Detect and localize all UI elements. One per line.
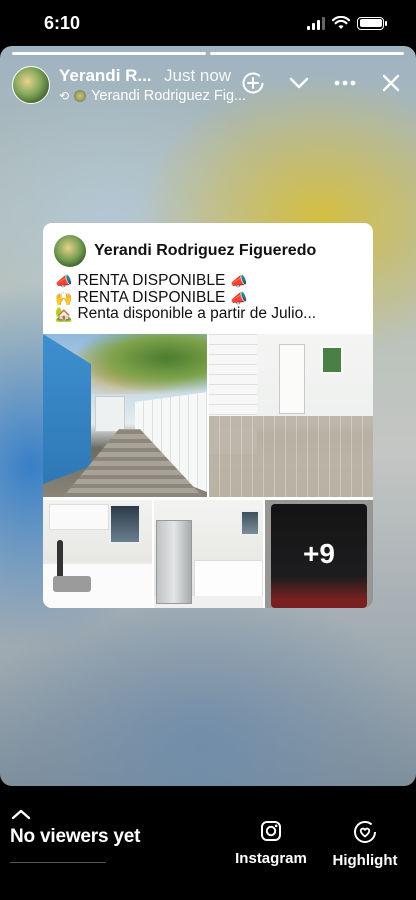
story-time: Just now bbox=[164, 66, 232, 85]
photo-cooktop[interactable]: +9 bbox=[265, 500, 373, 608]
photo-kitchen-sink[interactable] bbox=[43, 500, 152, 608]
more-icon bbox=[334, 80, 356, 86]
post-line-text: RENTA DISPONIBLE bbox=[77, 288, 226, 306]
add-circle-icon bbox=[242, 72, 264, 94]
header-actions bbox=[240, 70, 404, 96]
progress-segment bbox=[210, 52, 404, 55]
more-photos-count: +9 bbox=[265, 500, 373, 608]
instagram-icon bbox=[261, 821, 281, 841]
post-author: Yerandi Rodriguez Figueredo bbox=[54, 235, 316, 267]
status-icons bbox=[307, 16, 387, 30]
post-text: 📣 RENTA DISPONIBLE 📣 🙌 RENTA DISPONIBLE … bbox=[55, 272, 317, 323]
post-line: 📣 RENTA DISPONIBLE 📣 bbox=[55, 272, 316, 290]
story-author-name[interactable]: Yerandi R... bbox=[59, 66, 152, 86]
megaphone-icon: 📣 bbox=[55, 273, 73, 289]
status-bar: 6:10 bbox=[0, 0, 416, 46]
instagram-label: Instagram bbox=[235, 850, 307, 867]
wifi-icon bbox=[332, 16, 350, 29]
post-line: 🙌 RENTA DISPONIBLE 📣 bbox=[55, 288, 316, 307]
story-progress bbox=[12, 52, 404, 55]
author-avatar[interactable] bbox=[12, 66, 50, 104]
close-icon bbox=[382, 74, 400, 92]
post-line: 🏡 Renta disponible a partir de Julio... bbox=[55, 305, 317, 323]
add-reshare-button[interactable] bbox=[240, 70, 266, 96]
viewers-label[interactable]: No viewers yet bbox=[10, 826, 140, 848]
chevron-down-button[interactable] bbox=[286, 70, 312, 96]
bottom-bar: No viewers yet Instagram Highlight bbox=[0, 786, 416, 900]
highlight-icon bbox=[354, 821, 376, 843]
share-to-instagram-button[interactable]: Instagram bbox=[233, 820, 309, 867]
progress-segment bbox=[12, 52, 206, 55]
story-canvas[interactable]: Yerandi R... Just now ⟲ Yerandi Rodrigue… bbox=[0, 46, 416, 786]
highlight-button[interactable]: Highlight bbox=[329, 820, 401, 869]
photo-side-yard[interactable] bbox=[43, 334, 207, 497]
photo-grid: +9 bbox=[43, 334, 373, 608]
shared-post-card[interactable]: Yerandi Rodriguez Figueredo 📣 RENTA DISP… bbox=[43, 223, 373, 608]
status-time: 6:10 bbox=[44, 13, 81, 33]
story-header: Yerandi R... Just now ⟲ Yerandi Rodrigue… bbox=[12, 66, 404, 108]
post-line-text: RENTA DISPONIBLE bbox=[77, 272, 226, 289]
reshare-icon: ⟲ bbox=[59, 89, 70, 103]
photo-patio[interactable] bbox=[209, 334, 373, 497]
photo-kitchen-fridge[interactable] bbox=[154, 500, 263, 608]
hands-icon: 🙌 bbox=[55, 289, 73, 306]
post-author-name: Yerandi Rodriguez Figueredo bbox=[94, 242, 317, 259]
post-line-text: Renta disponible a partir de Julio... bbox=[77, 305, 317, 322]
megaphone-icon: 📣 bbox=[230, 273, 248, 289]
cellular-signal-icon bbox=[307, 16, 325, 30]
house-icon: 🏡 bbox=[55, 306, 73, 322]
reshared-avatar bbox=[74, 90, 87, 102]
chevron-up-icon[interactable] bbox=[11, 808, 31, 820]
close-button[interactable] bbox=[378, 70, 404, 96]
highlight-label: Highlight bbox=[332, 852, 398, 869]
reshared-from[interactable]: ⟲ Yerandi Rodriguez Fig... bbox=[59, 88, 246, 104]
battery-icon bbox=[357, 16, 387, 30]
more-options-button[interactable] bbox=[332, 70, 358, 96]
post-author-avatar bbox=[54, 235, 86, 267]
reshared-author-name: Yerandi Rodriguez Fig... bbox=[91, 88, 247, 104]
viewers-divider bbox=[10, 862, 106, 863]
chevron-down-icon bbox=[289, 77, 309, 89]
megaphone-icon: 📣 bbox=[230, 289, 248, 306]
